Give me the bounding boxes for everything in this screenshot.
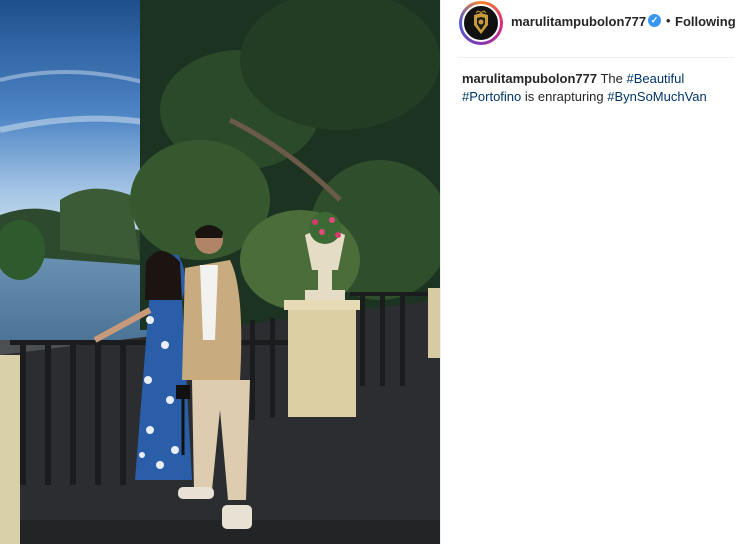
crest-icon (474, 10, 488, 34)
post-username-link[interactable]: marulitampubolon777 (511, 14, 646, 29)
following-button[interactable]: Following (675, 14, 736, 29)
post-header: marulitampubolon777 ✓ • Following (441, 0, 745, 45)
avatar[interactable] (462, 4, 500, 42)
post-photo[interactable] (0, 0, 440, 544)
photo-scene (0, 0, 440, 544)
hashtag-link-portofino[interactable]: #Portofino (462, 89, 521, 104)
caption-text-middle: is enrapturing (521, 89, 608, 104)
caption-username-link[interactable]: marulitampubolon777 (462, 71, 597, 86)
separator-dot: • (666, 13, 671, 28)
hashtag-link-bynsomuchvan[interactable]: #BynSoMuchVan (607, 89, 707, 104)
header-divider (457, 57, 734, 58)
hashtag-link-beautiful[interactable]: #Beautiful (626, 71, 684, 86)
caption-text-before: The (597, 71, 627, 86)
side-panel: marulitampubolon777 ✓ • Following maruli… (440, 0, 745, 544)
verified-badge-icon: ✓ (648, 14, 661, 27)
post-caption: marulitampubolon777 The #Beautiful #Porto… (462, 70, 732, 106)
